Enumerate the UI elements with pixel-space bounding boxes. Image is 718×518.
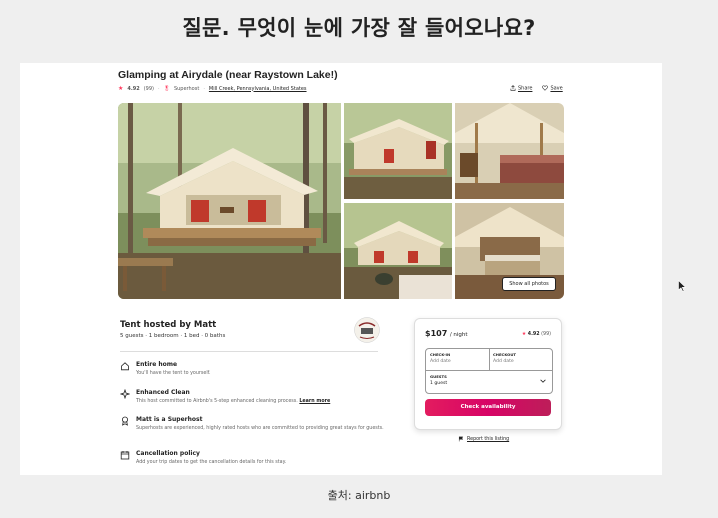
photo-tent-bedroom[interactable] bbox=[455, 103, 564, 199]
checkin-label: CHECK-IN bbox=[430, 352, 451, 357]
price-unit: / night bbox=[449, 332, 468, 338]
feature-desc: Add your trip dates to get the cancellat… bbox=[136, 460, 287, 465]
feature-desc-text: This host committed to Airbnb's 5-step e… bbox=[136, 399, 298, 404]
meta-separator: · bbox=[203, 85, 205, 92]
learn-more-link[interactable]: Learn more bbox=[299, 399, 330, 404]
check-availability-button[interactable]: Check availability bbox=[425, 399, 551, 416]
nightly-price: $107 / night bbox=[425, 329, 468, 338]
save-label: Save bbox=[550, 85, 563, 92]
feature-title: Cancellation policy bbox=[136, 450, 200, 457]
checkin-value: Add date bbox=[430, 359, 451, 364]
heart-icon bbox=[542, 85, 549, 91]
meta-separator: · bbox=[158, 85, 160, 92]
host-avatar[interactable] bbox=[354, 317, 380, 343]
booking-rating: ★ 4.92 (99) bbox=[522, 332, 551, 337]
superhost-icon: 🎖 bbox=[163, 85, 170, 92]
feature-desc: This host committed to Airbnb's 5-step e… bbox=[136, 398, 386, 405]
location-link[interactable]: Mill Creek, Pennsylvania, United States bbox=[209, 86, 307, 92]
photo-tent-side[interactable] bbox=[344, 103, 452, 199]
home-icon bbox=[121, 362, 129, 371]
checkout-label: CHECKOUT bbox=[493, 352, 517, 357]
listing-reviews[interactable]: (99) bbox=[144, 86, 154, 92]
booking-card: $107 / night ★ 4.92 (99) CHECK-IN Add da… bbox=[414, 318, 562, 430]
report-listing[interactable]: Report this listing bbox=[458, 436, 509, 442]
feature-title: Enhanced Clean bbox=[136, 389, 190, 396]
source-caption: 출처: airbnb bbox=[327, 489, 391, 502]
price-amount: $107 bbox=[425, 329, 448, 338]
checkin-field[interactable]: CHECK-IN Add date bbox=[430, 352, 486, 364]
report-listing-label: Report this listing bbox=[467, 436, 510, 442]
calendar-icon bbox=[120, 451, 130, 460]
save-button[interactable]: Save bbox=[542, 85, 563, 92]
feature-desc: You'll have the tent to yourself. bbox=[136, 371, 211, 376]
field-divider bbox=[426, 370, 552, 371]
medal-icon bbox=[122, 416, 128, 426]
sparkle-icon bbox=[120, 389, 130, 399]
field-divider bbox=[489, 349, 490, 370]
show-all-photos-button[interactable]: Show all photos bbox=[502, 277, 556, 291]
mouse-pointer-icon bbox=[678, 280, 686, 292]
share-button[interactable]: Share bbox=[510, 85, 532, 92]
superhost-badge: Superhost bbox=[173, 85, 200, 92]
photo-coffee-view[interactable] bbox=[344, 203, 452, 299]
guests-field[interactable]: GUESTS 1 guest bbox=[430, 374, 530, 386]
feature-title: Entire home bbox=[136, 361, 178, 368]
guests-value: 1 guest bbox=[430, 381, 448, 386]
guests-label: GUESTS bbox=[430, 374, 447, 379]
feature-title: Matt is a Superhost bbox=[136, 416, 203, 423]
booking-review-count[interactable]: (99) bbox=[541, 332, 551, 337]
host-summary: 5 guests · 1 bedroom · 1 bed · 0 baths bbox=[120, 333, 226, 339]
checkout-field[interactable]: CHECKOUT Add date bbox=[493, 352, 549, 364]
share-icon bbox=[510, 85, 516, 91]
slide-question: 질문. 무엇이 눈에 가장 잘 들어오나요? bbox=[182, 16, 536, 40]
star-icon: ★ bbox=[521, 332, 527, 337]
feature-desc: Superhosts are experienced, highly rated… bbox=[136, 426, 384, 431]
photo-main-tent[interactable] bbox=[118, 103, 341, 299]
listing-meta: ★ 4.92 (99) · 🎖 Superhost · Mill Creek, … bbox=[118, 85, 307, 92]
listing-rating: 4.92 bbox=[127, 85, 140, 92]
star-icon: ★ bbox=[118, 85, 124, 92]
host-heading: Tent hosted by Matt bbox=[120, 320, 217, 330]
share-label: Share bbox=[518, 85, 533, 92]
airbnb-listing-screenshot: Glamping at Airydale (near Raystown Lake… bbox=[20, 63, 662, 475]
section-divider bbox=[120, 351, 378, 352]
listing-title: Glamping at Airydale (near Raystown Lake… bbox=[118, 69, 338, 81]
checkout-value: Add date bbox=[493, 359, 514, 364]
flag-icon bbox=[458, 436, 464, 442]
booking-rating-value: 4.92 bbox=[527, 332, 540, 337]
date-guest-picker: CHECK-IN Add date CHECKOUT Add date GUES… bbox=[425, 348, 553, 394]
photo-gallery bbox=[118, 103, 564, 299]
chevron-down-icon[interactable] bbox=[539, 377, 547, 385]
listing-actions: Share Save bbox=[510, 85, 563, 92]
